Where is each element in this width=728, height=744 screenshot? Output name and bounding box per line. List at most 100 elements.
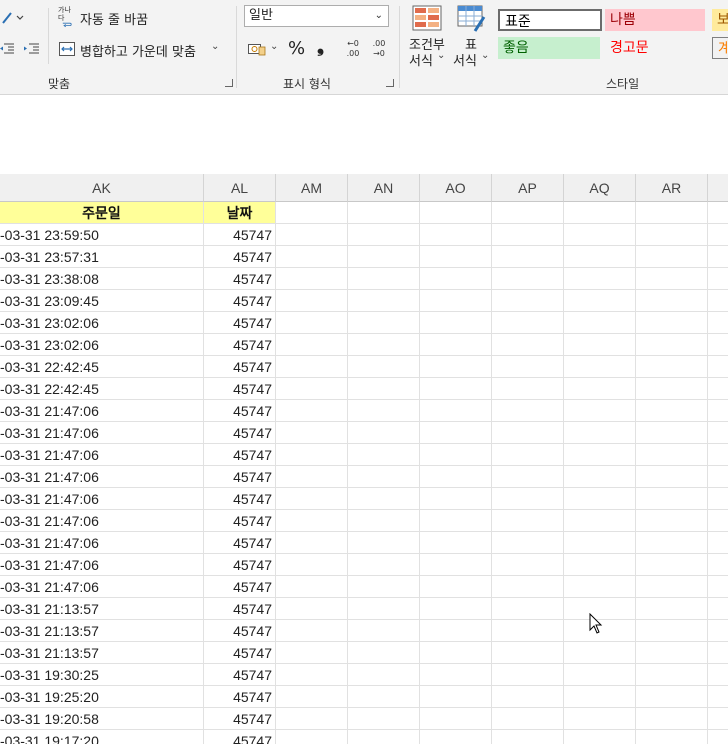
column-header-ao[interactable]: AO — [420, 174, 492, 202]
alignment-dialog-launcher[interactable] — [225, 79, 233, 87]
cell[interactable] — [420, 488, 492, 510]
style-normal[interactable]: 표준 — [498, 9, 602, 31]
cell[interactable] — [708, 686, 728, 708]
cell[interactable] — [492, 708, 564, 730]
cell[interactable] — [348, 466, 420, 488]
cell[interactable] — [276, 620, 348, 642]
cell[interactable] — [420, 620, 492, 642]
cell[interactable] — [348, 576, 420, 598]
cell[interactable] — [420, 246, 492, 268]
accounting-format-icon[interactable] — [247, 40, 267, 58]
cell-order-date[interactable]: -03-31 21:47:06 — [0, 400, 204, 422]
cell-date[interactable]: 45747 — [204, 466, 276, 488]
cell-date[interactable]: 45747 — [204, 620, 276, 642]
cell-date[interactable]: 45747 — [204, 488, 276, 510]
cell[interactable] — [636, 334, 708, 356]
cell[interactable] — [492, 576, 564, 598]
cell-order-date[interactable]: -03-31 23:59:50 — [0, 224, 204, 246]
cell[interactable] — [492, 290, 564, 312]
cell[interactable] — [708, 554, 728, 576]
comma-style-button[interactable]: ❟ — [317, 36, 324, 57]
cell-date[interactable]: 45747 — [204, 356, 276, 378]
style-good[interactable]: 좋음 — [498, 37, 600, 59]
cell[interactable] — [492, 554, 564, 576]
cell[interactable] — [276, 532, 348, 554]
format-table-label-2[interactable]: 서식 — [453, 50, 477, 69]
column-header-ap[interactable]: AP — [492, 174, 564, 202]
cell-date[interactable]: 45747 — [204, 444, 276, 466]
cell[interactable] — [636, 444, 708, 466]
cell[interactable] — [348, 554, 420, 576]
cell[interactable] — [348, 400, 420, 422]
cell[interactable] — [276, 202, 348, 224]
cell[interactable] — [420, 598, 492, 620]
cell[interactable] — [492, 246, 564, 268]
cell[interactable] — [708, 334, 728, 356]
cell[interactable] — [276, 290, 348, 312]
cell[interactable] — [276, 378, 348, 400]
cell[interactable] — [564, 730, 636, 744]
cell[interactable] — [420, 312, 492, 334]
cell[interactable] — [564, 444, 636, 466]
cell-order-date[interactable]: -03-31 23:38:08 — [0, 268, 204, 290]
cell[interactable] — [420, 268, 492, 290]
cell-date[interactable]: 45747 — [204, 246, 276, 268]
cell[interactable] — [492, 224, 564, 246]
cell[interactable] — [708, 202, 728, 224]
cell[interactable] — [348, 510, 420, 532]
cell[interactable] — [708, 576, 728, 598]
cell-date[interactable]: 45747 — [204, 664, 276, 686]
cell-date[interactable]: 45747 — [204, 290, 276, 312]
cell-date[interactable]: 45747 — [204, 730, 276, 744]
cell[interactable] — [492, 686, 564, 708]
cell-date[interactable]: 45747 — [204, 400, 276, 422]
cell[interactable] — [564, 356, 636, 378]
cell-order-date[interactable]: -03-31 19:25:20 — [0, 686, 204, 708]
cell[interactable] — [492, 356, 564, 378]
increase-decimal-button[interactable]: ←0 .00 — [342, 38, 364, 60]
cell[interactable] — [636, 510, 708, 532]
cell[interactable] — [564, 664, 636, 686]
spreadsheet-grid[interactable]: AK AL AM AN AO AP AQ AR 주문일 날짜 -03-31 23… — [0, 174, 728, 744]
cell[interactable] — [636, 378, 708, 400]
cell[interactable] — [564, 202, 636, 224]
cell[interactable] — [636, 598, 708, 620]
cell-order-date[interactable]: -03-31 21:47:06 — [0, 510, 204, 532]
wrap-text-button[interactable]: 자동 줄 바꿈 — [80, 9, 148, 28]
cell-date[interactable]: 45747 — [204, 598, 276, 620]
cell[interactable] — [708, 620, 728, 642]
cell[interactable] — [708, 642, 728, 664]
cell-date[interactable]: 45747 — [204, 708, 276, 730]
cell[interactable] — [348, 444, 420, 466]
cell[interactable] — [564, 400, 636, 422]
cell[interactable] — [348, 356, 420, 378]
merge-dropdown-icon[interactable]: ⌄ — [211, 41, 219, 52]
cell[interactable] — [708, 312, 728, 334]
cell[interactable] — [636, 246, 708, 268]
cell-order-date[interactable]: -03-31 19:17:20 — [0, 730, 204, 744]
cell-order-date-header[interactable]: 주문일 — [0, 202, 204, 224]
cell[interactable] — [564, 554, 636, 576]
cell[interactable] — [348, 532, 420, 554]
cell-order-date[interactable]: -03-31 21:13:57 — [0, 642, 204, 664]
cell[interactable] — [636, 268, 708, 290]
cell[interactable] — [564, 510, 636, 532]
cell[interactable] — [564, 576, 636, 598]
cell[interactable] — [420, 378, 492, 400]
cell[interactable] — [420, 444, 492, 466]
cell[interactable] — [420, 290, 492, 312]
cell[interactable] — [636, 664, 708, 686]
cell[interactable] — [708, 290, 728, 312]
cell[interactable] — [564, 268, 636, 290]
cell[interactable] — [420, 510, 492, 532]
cell[interactable] — [420, 202, 492, 224]
conditional-format-icon[interactable] — [411, 4, 443, 32]
cell[interactable] — [636, 642, 708, 664]
cell[interactable] — [564, 488, 636, 510]
cell[interactable] — [276, 598, 348, 620]
cell-order-date[interactable]: -03-31 21:13:57 — [0, 620, 204, 642]
cell[interactable] — [348, 224, 420, 246]
cell[interactable] — [348, 708, 420, 730]
cell[interactable] — [708, 246, 728, 268]
column-header-next[interactable] — [708, 174, 728, 202]
